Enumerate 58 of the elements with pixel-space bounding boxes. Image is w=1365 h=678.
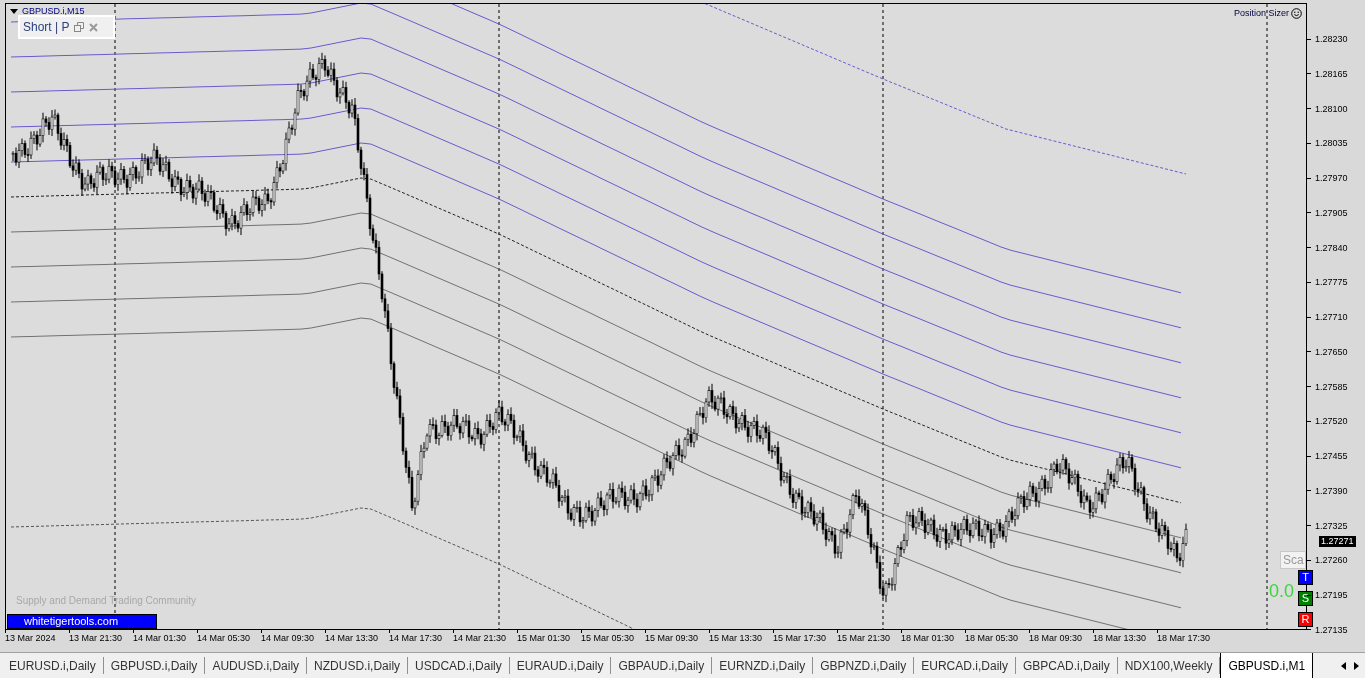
price-tick-label: 1.27390 xyxy=(1315,484,1348,497)
price-tick-label: 1.27650 xyxy=(1315,345,1348,358)
time-tick-label: 14 Mar 13:30 xyxy=(325,633,380,644)
chart-tab[interactable]: GBPUSD.i,Daily xyxy=(103,657,206,674)
trade-line-button[interactable]: T xyxy=(1298,570,1313,585)
time-tick-label: 18 Mar 05:30 xyxy=(965,633,1020,644)
price-tick-label: 1.27775 xyxy=(1315,276,1348,289)
time-tick-label: 15 Mar 05:30 xyxy=(581,633,636,644)
chart-tab[interactable]: EURNZD.i,Daily xyxy=(712,657,814,674)
trade-panel[interactable]: Short | P xyxy=(18,15,115,39)
price-tick-label: 1.27710 xyxy=(1315,311,1348,323)
price-tick-label: 1.28165 xyxy=(1315,67,1348,80)
position-sizer-label: Position Sizer xyxy=(1233,7,1289,20)
time-tick-label: 15 Mar 01:30 xyxy=(517,633,572,644)
time-tick-label: 14 Mar 09:30 xyxy=(261,633,316,644)
time-tick-label: 15 Mar 09:30 xyxy=(645,633,700,644)
time-tick-label: 13 Mar 21:30 xyxy=(69,633,124,644)
trade-panel-label: Short | P xyxy=(23,19,70,36)
time-tick-label: 18 Mar 13:30 xyxy=(1093,633,1148,644)
price-tick-label: 1.27905 xyxy=(1315,206,1348,219)
time-tick-label: 14 Mar 05:30 xyxy=(197,633,252,644)
chart-tab[interactable]: USDCAD.i,Daily xyxy=(408,657,510,674)
site-label[interactable]: whitetigertools.com xyxy=(7,614,157,629)
price-tick-label: 1.27260 xyxy=(1315,554,1348,567)
time-tick-label: 15 Mar 17:30 xyxy=(773,633,828,644)
price-tick-label: 1.27135 xyxy=(1315,623,1348,636)
time-tick-label: 14 Mar 21:30 xyxy=(453,633,508,644)
chart-tab[interactable]: EURUSD.i,Daily xyxy=(2,657,104,674)
price-tick-label: 1.27195 xyxy=(1315,589,1348,601)
time-tick-label: 18 Mar 09:30 xyxy=(1029,633,1084,644)
price-tick-label: 1.27325 xyxy=(1315,519,1348,532)
price-tick-label: 1.27970 xyxy=(1315,172,1348,184)
time-tick-label: 15 Mar 13:30 xyxy=(709,633,764,644)
price-tick-label: 1.28230 xyxy=(1315,33,1348,45)
chart-tab[interactable]: GBPNZD.i,Daily xyxy=(813,657,915,674)
chart-tab[interactable]: GBPCAD.i,Daily xyxy=(1015,657,1118,674)
chart-tab[interactable]: NZDUSD.i,Daily xyxy=(307,657,409,674)
chart-tab[interactable]: GBPUSD.i,M1 xyxy=(1220,653,1314,678)
chart-title: GBPUSD.i,M15 xyxy=(22,5,85,18)
time-tick-label: 15 Mar 21:30 xyxy=(837,633,892,644)
chart-tab[interactable]: AUDUSD.i,Daily xyxy=(205,657,308,674)
chart-tab[interactable]: EURAUD.i,Daily xyxy=(509,657,612,674)
price-tick-label: 1.27520 xyxy=(1315,415,1348,428)
result-readout: 0.0 xyxy=(1269,581,1295,601)
time-tick-label: 13 Mar 2024 xyxy=(5,633,57,644)
price-tick-label: 1.27455 xyxy=(1315,450,1348,462)
price-tick-label: 1.27585 xyxy=(1315,380,1348,393)
trade-line-button[interactable]: R xyxy=(1298,612,1313,627)
chart-tab[interactable]: GBPAUD.i,Daily xyxy=(611,657,713,674)
price-tick-label: 1.28035 xyxy=(1315,137,1348,150)
price-tick-label: 1.27840 xyxy=(1315,241,1348,254)
price-tick-label: 1.28100 xyxy=(1315,102,1348,115)
time-tick-label: 18 Mar 17:30 xyxy=(1157,633,1212,644)
current-price-label: 1.27271 xyxy=(1319,536,1356,547)
chart-tab[interactable]: EURCAD.i,Daily xyxy=(914,657,1016,674)
time-tick-label: 14 Mar 01:30 xyxy=(133,633,188,644)
time-tick-label: 14 Mar 17:30 xyxy=(389,633,444,644)
time-tick-label: 18 Mar 01:30 xyxy=(901,633,956,644)
